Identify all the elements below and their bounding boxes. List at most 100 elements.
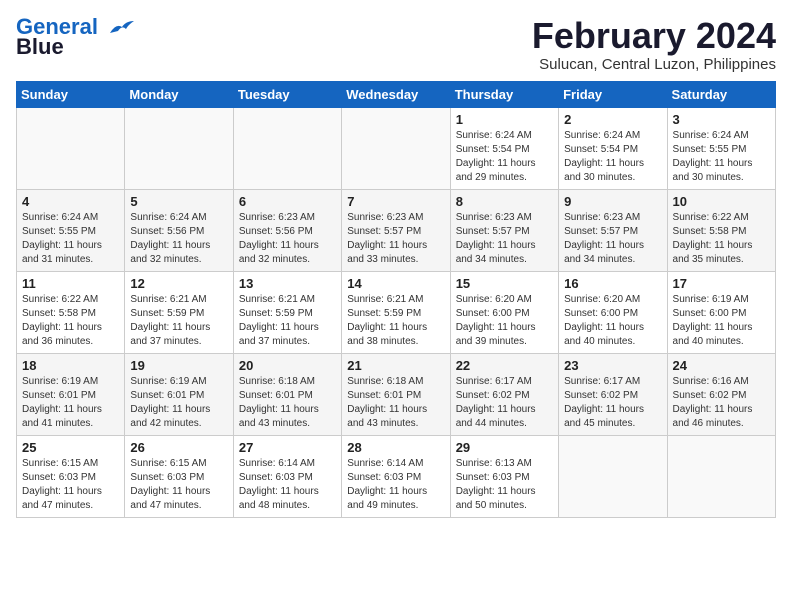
day-number: 26 xyxy=(130,440,227,455)
day-number: 13 xyxy=(239,276,336,291)
calendar-cell: 29 Sunrise: 6:13 AMSunset: 6:03 PMDayligh… xyxy=(450,435,558,517)
day-header-sunday: Sunday xyxy=(17,81,125,107)
day-number: 21 xyxy=(347,358,444,373)
day-number: 29 xyxy=(456,440,553,455)
calendar-cell: 14 Sunrise: 6:21 AMSunset: 5:59 PMDayligh… xyxy=(342,271,450,353)
day-info: Sunrise: 6:16 AMSunset: 6:02 PMDaylight:… xyxy=(673,375,770,431)
title-area: February 2024 Sulucan, Central Luzon, Ph… xyxy=(532,16,776,73)
calendar-cell xyxy=(233,107,341,189)
day-info: Sunrise: 6:21 AMSunset: 5:59 PMDaylight:… xyxy=(239,293,336,349)
calendar-cell: 18 Sunrise: 6:19 AMSunset: 6:01 PMDayligh… xyxy=(17,353,125,435)
day-number: 12 xyxy=(130,276,227,291)
day-info: Sunrise: 6:21 AMSunset: 5:59 PMDaylight:… xyxy=(347,293,444,349)
month-title: February 2024 xyxy=(532,16,776,56)
calendar-cell: 22 Sunrise: 6:17 AMSunset: 6:02 PMDayligh… xyxy=(450,353,558,435)
day-info: Sunrise: 6:23 AMSunset: 5:56 PMDaylight:… xyxy=(239,211,336,267)
day-header-monday: Monday xyxy=(125,81,233,107)
day-info: Sunrise: 6:23 AMSunset: 5:57 PMDaylight:… xyxy=(564,211,661,267)
day-number: 1 xyxy=(456,112,553,127)
day-info: Sunrise: 6:20 AMSunset: 6:00 PMDaylight:… xyxy=(564,293,661,349)
day-header-tuesday: Tuesday xyxy=(233,81,341,107)
day-number: 6 xyxy=(239,194,336,209)
day-number: 18 xyxy=(22,358,119,373)
day-info: Sunrise: 6:22 AMSunset: 5:58 PMDaylight:… xyxy=(22,293,119,349)
calendar-cell xyxy=(667,435,775,517)
day-header-saturday: Saturday xyxy=(667,81,775,107)
day-number: 23 xyxy=(564,358,661,373)
calendar-week-1: 1 Sunrise: 6:24 AMSunset: 5:54 PMDaylight… xyxy=(17,107,776,189)
day-info: Sunrise: 6:15 AMSunset: 6:03 PMDaylight:… xyxy=(22,457,119,513)
calendar-cell: 27Sunrise: 6:14 AMSunset: 6:03 PMDayligh… xyxy=(233,435,341,517)
day-info: Sunrise: 6:14 AMSunset: 6:03 PMDaylight:… xyxy=(347,457,444,513)
calendar-cell: 26 Sunrise: 6:15 AMSunset: 6:03 PMDayligh… xyxy=(125,435,233,517)
calendar-cell: 16 Sunrise: 6:20 AMSunset: 6:00 PMDayligh… xyxy=(559,271,667,353)
day-number: 8 xyxy=(456,194,553,209)
day-number: 16 xyxy=(564,276,661,291)
calendar-cell: 12 Sunrise: 6:21 AMSunset: 5:59 PMDayligh… xyxy=(125,271,233,353)
day-header-thursday: Thursday xyxy=(450,81,558,107)
calendar-cell: 8 Sunrise: 6:23 AMSunset: 5:57 PMDaylight… xyxy=(450,189,558,271)
day-number: 10 xyxy=(673,194,770,209)
day-info: Sunrise: 6:19 AMSunset: 6:01 PMDaylight:… xyxy=(130,375,227,431)
calendar-cell: 2 Sunrise: 6:24 AMSunset: 5:54 PMDaylight… xyxy=(559,107,667,189)
day-info: Sunrise: 6:15 AMSunset: 6:03 PMDaylight:… xyxy=(130,457,227,513)
calendar-cell: 3 Sunrise: 6:24 AMSunset: 5:55 PMDaylight… xyxy=(667,107,775,189)
calendar-week-2: 4Sunrise: 6:24 AMSunset: 5:55 PMDaylight… xyxy=(17,189,776,271)
logo-line2: Blue xyxy=(16,34,64,60)
day-info: Sunrise: 6:19 AMSunset: 6:01 PMDaylight:… xyxy=(22,375,119,431)
calendar-week-3: 11 Sunrise: 6:22 AMSunset: 5:58 PMDayligh… xyxy=(17,271,776,353)
day-info: Sunrise: 6:21 AMSunset: 5:59 PMDaylight:… xyxy=(130,293,227,349)
day-number: 9 xyxy=(564,194,661,209)
day-number: 7 xyxy=(347,194,444,209)
day-info: Sunrise: 6:17 AMSunset: 6:02 PMDaylight:… xyxy=(456,375,553,431)
day-info: Sunrise: 6:13 AMSunset: 6:03 PMDaylight:… xyxy=(456,457,553,513)
day-number: 24 xyxy=(673,358,770,373)
calendar-cell: 15Sunrise: 6:20 AMSunset: 6:00 PMDayligh… xyxy=(450,271,558,353)
day-info: Sunrise: 6:23 AMSunset: 5:57 PMDaylight:… xyxy=(347,211,444,267)
calendar-cell: 17 Sunrise: 6:19 AMSunset: 6:00 PMDayligh… xyxy=(667,271,775,353)
calendar-cell: 28 Sunrise: 6:14 AMSunset: 6:03 PMDayligh… xyxy=(342,435,450,517)
calendar-cell xyxy=(342,107,450,189)
day-info: Sunrise: 6:23 AMSunset: 5:57 PMDaylight:… xyxy=(456,211,553,267)
calendar-cell: 13 Sunrise: 6:21 AMSunset: 5:59 PMDayligh… xyxy=(233,271,341,353)
day-info: Sunrise: 6:18 AMSunset: 6:01 PMDaylight:… xyxy=(347,375,444,431)
calendar-cell: 6 Sunrise: 6:23 AMSunset: 5:56 PMDaylight… xyxy=(233,189,341,271)
calendar-cell: 5Sunrise: 6:24 AMSunset: 5:56 PMDaylight… xyxy=(125,189,233,271)
calendar-cell xyxy=(17,107,125,189)
day-info: Sunrise: 6:18 AMSunset: 6:01 PMDaylight:… xyxy=(239,375,336,431)
calendar-cell xyxy=(559,435,667,517)
day-info: Sunrise: 6:19 AMSunset: 6:00 PMDaylight:… xyxy=(673,293,770,349)
logo: General Blue xyxy=(16,16,134,60)
day-info: Sunrise: 6:17 AMSunset: 6:02 PMDaylight:… xyxy=(564,375,661,431)
calendar-cell: 1 Sunrise: 6:24 AMSunset: 5:54 PMDaylight… xyxy=(450,107,558,189)
location: Sulucan, Central Luzon, Philippines xyxy=(532,56,776,73)
day-header-friday: Friday xyxy=(559,81,667,107)
calendar-cell: 20 Sunrise: 6:18 AMSunset: 6:01 PMDayligh… xyxy=(233,353,341,435)
day-info: Sunrise: 6:24 AMSunset: 5:55 PMDaylight:… xyxy=(673,129,770,185)
day-info: Sunrise: 6:24 AMSunset: 5:54 PMDaylight:… xyxy=(564,129,661,185)
day-number: 27 xyxy=(239,440,336,455)
day-info: Sunrise: 6:24 AMSunset: 5:54 PMDaylight:… xyxy=(456,129,553,185)
calendar-cell: 7 Sunrise: 6:23 AMSunset: 5:57 PMDaylight… xyxy=(342,189,450,271)
day-number: 5 xyxy=(130,194,227,209)
day-number: 14 xyxy=(347,276,444,291)
day-info: Sunrise: 6:22 AMSunset: 5:58 PMDaylight:… xyxy=(673,211,770,267)
day-number: 19 xyxy=(130,358,227,373)
calendar-cell: 21 Sunrise: 6:18 AMSunset: 6:01 PMDayligh… xyxy=(342,353,450,435)
day-number: 11 xyxy=(22,276,119,291)
calendar-table: SundayMondayTuesdayWednesdayThursdayFrid… xyxy=(16,81,776,518)
bird-icon xyxy=(106,19,134,37)
calendar-cell xyxy=(125,107,233,189)
day-number: 22 xyxy=(456,358,553,373)
day-number: 28 xyxy=(347,440,444,455)
day-number: 20 xyxy=(239,358,336,373)
calendar-cell: 23 Sunrise: 6:17 AMSunset: 6:02 PMDayligh… xyxy=(559,353,667,435)
calendar-cell: 9 Sunrise: 6:23 AMSunset: 5:57 PMDaylight… xyxy=(559,189,667,271)
calendar-cell: 4Sunrise: 6:24 AMSunset: 5:55 PMDaylight… xyxy=(17,189,125,271)
day-number: 17 xyxy=(673,276,770,291)
day-number: 2 xyxy=(564,112,661,127)
calendar-cell: 11 Sunrise: 6:22 AMSunset: 5:58 PMDayligh… xyxy=(17,271,125,353)
calendar-cell: 19 Sunrise: 6:19 AMSunset: 6:01 PMDayligh… xyxy=(125,353,233,435)
day-info: Sunrise: 6:20 AMSunset: 6:00 PMDaylight:… xyxy=(456,293,553,349)
day-number: 3 xyxy=(673,112,770,127)
